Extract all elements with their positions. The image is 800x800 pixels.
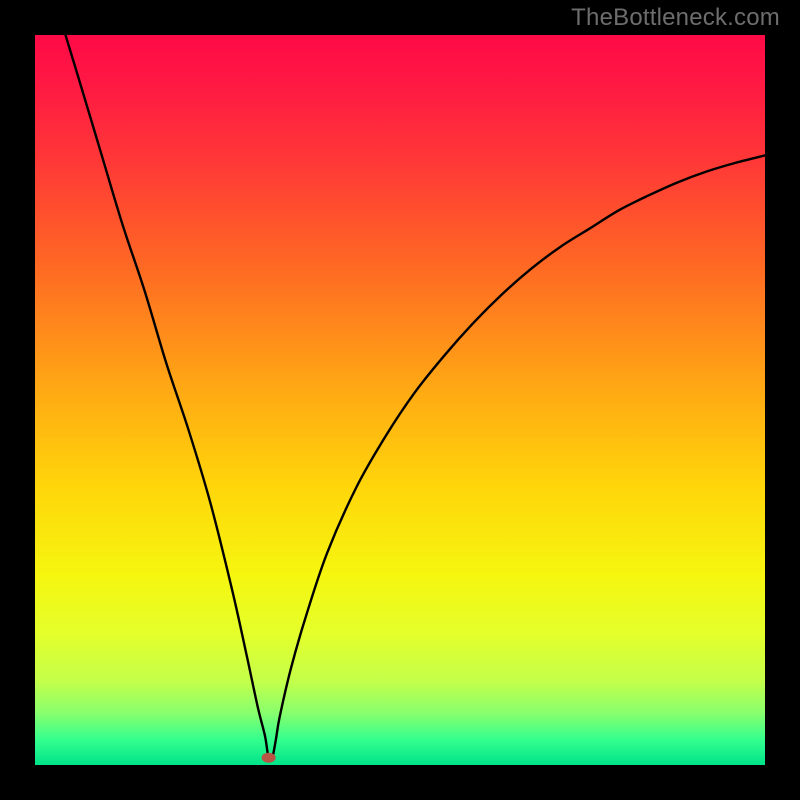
chart-svg	[35, 35, 765, 765]
plot-area	[35, 35, 765, 765]
chart-container: TheBottleneck.com	[0, 0, 800, 800]
gradient-background	[35, 35, 765, 765]
optimal-point-marker	[262, 753, 276, 763]
watermark-text: TheBottleneck.com	[571, 4, 780, 32]
